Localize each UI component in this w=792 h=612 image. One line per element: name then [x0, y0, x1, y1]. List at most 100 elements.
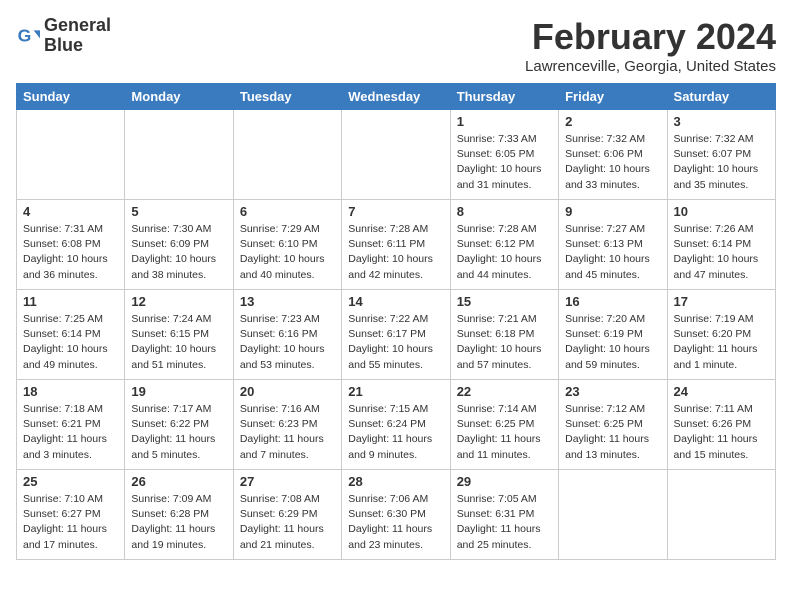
- day-number: 1: [457, 114, 552, 129]
- day-cell: [559, 470, 667, 560]
- day-number: 29: [457, 474, 552, 489]
- header-thursday: Thursday: [450, 84, 558, 110]
- day-info: Sunrise: 7:15 AMSunset: 6:24 PMDaylight:…: [348, 402, 443, 463]
- day-info: Sunrise: 7:31 AMSunset: 6:08 PMDaylight:…: [23, 222, 118, 283]
- day-info: Sunrise: 7:26 AMSunset: 6:14 PMDaylight:…: [674, 222, 769, 283]
- header-tuesday: Tuesday: [233, 84, 341, 110]
- day-number: 27: [240, 474, 335, 489]
- day-info: Sunrise: 7:24 AMSunset: 6:15 PMDaylight:…: [131, 312, 226, 373]
- day-cell: 12 Sunrise: 7:24 AMSunset: 6:15 PMDayligh…: [125, 290, 233, 380]
- day-cell: [342, 110, 450, 200]
- day-cell: 19 Sunrise: 7:17 AMSunset: 6:22 PMDayligh…: [125, 380, 233, 470]
- day-cell: 8 Sunrise: 7:28 AMSunset: 6:12 PMDaylight…: [450, 200, 558, 290]
- day-cell: 15Sunrise: 7:21 AMSunset: 6:18 PMDayligh…: [450, 290, 558, 380]
- day-cell: [17, 110, 125, 200]
- day-info: Sunrise: 7:08 AMSunset: 6:29 PMDaylight:…: [240, 492, 335, 553]
- day-number: 8: [457, 204, 552, 219]
- day-number: 3: [674, 114, 769, 129]
- day-info: Sunrise: 7:28 AMSunset: 6:12 PMDaylight:…: [457, 222, 552, 283]
- day-cell: 13 Sunrise: 7:23 AMSunset: 6:16 PMDayligh…: [233, 290, 341, 380]
- day-cell: [667, 470, 775, 560]
- day-cell: 7 Sunrise: 7:28 AMSunset: 6:11 PMDaylight…: [342, 200, 450, 290]
- day-number: 7: [348, 204, 443, 219]
- day-number: 20: [240, 384, 335, 399]
- calendar-body: 1Sunrise: 7:33 AMSunset: 6:05 PMDaylight…: [17, 110, 776, 560]
- day-info: Sunrise: 7:17 AMSunset: 6:22 PMDaylight:…: [131, 402, 226, 463]
- day-number: 28: [348, 474, 443, 489]
- day-cell: 17Sunrise: 7:19 AMSunset: 6:20 PMDayligh…: [667, 290, 775, 380]
- day-cell: 16Sunrise: 7:20 AMSunset: 6:19 PMDayligh…: [559, 290, 667, 380]
- day-number: 18: [23, 384, 118, 399]
- day-cell: 9Sunrise: 7:27 AMSunset: 6:13 PMDaylight…: [559, 200, 667, 290]
- day-info: Sunrise: 7:32 AMSunset: 6:07 PMDaylight:…: [674, 132, 769, 193]
- header-saturday: Saturday: [667, 84, 775, 110]
- day-info: Sunrise: 7:29 AMSunset: 6:10 PMDaylight:…: [240, 222, 335, 283]
- svg-text:G: G: [18, 25, 32, 45]
- calendar-table: SundayMondayTuesdayWednesdayThursdayFrid…: [16, 83, 776, 560]
- day-info: Sunrise: 7:10 AMSunset: 6:27 PMDaylight:…: [23, 492, 118, 553]
- day-cell: 18Sunrise: 7:18 AMSunset: 6:21 PMDayligh…: [17, 380, 125, 470]
- logo-text: General Blue: [44, 16, 111, 56]
- day-cell: 25 Sunrise: 7:10 AMSunset: 6:27 PMDayligh…: [17, 470, 125, 560]
- day-cell: [125, 110, 233, 200]
- day-info: Sunrise: 7:12 AMSunset: 6:25 PMDaylight:…: [565, 402, 660, 463]
- day-info: Sunrise: 7:16 AMSunset: 6:23 PMDaylight:…: [240, 402, 335, 463]
- day-cell: 6Sunrise: 7:29 AMSunset: 6:10 PMDaylight…: [233, 200, 341, 290]
- month-title: February 2024: [525, 16, 776, 58]
- day-number: 11: [23, 294, 118, 309]
- day-cell: 3 Sunrise: 7:32 AMSunset: 6:07 PMDaylight…: [667, 110, 775, 200]
- day-info: Sunrise: 7:21 AMSunset: 6:18 PMDaylight:…: [457, 312, 552, 373]
- header-row: SundayMondayTuesdayWednesdayThursdayFrid…: [17, 84, 776, 110]
- day-cell: 5 Sunrise: 7:30 AMSunset: 6:09 PMDaylight…: [125, 200, 233, 290]
- day-info: Sunrise: 7:23 AMSunset: 6:16 PMDaylight:…: [240, 312, 335, 373]
- header-wednesday: Wednesday: [342, 84, 450, 110]
- calendar-header: SundayMondayTuesdayWednesdayThursdayFrid…: [17, 84, 776, 110]
- day-number: 21: [348, 384, 443, 399]
- header-friday: Friday: [559, 84, 667, 110]
- header-monday: Monday: [125, 84, 233, 110]
- day-info: Sunrise: 7:25 AMSunset: 6:14 PMDaylight:…: [23, 312, 118, 373]
- day-number: 22: [457, 384, 552, 399]
- day-info: Sunrise: 7:30 AMSunset: 6:09 PMDaylight:…: [131, 222, 226, 283]
- day-cell: 29Sunrise: 7:05 AMSunset: 6:31 PMDayligh…: [450, 470, 558, 560]
- day-cell: 23 Sunrise: 7:12 AMSunset: 6:25 PMDayligh…: [559, 380, 667, 470]
- day-info: Sunrise: 7:28 AMSunset: 6:11 PMDaylight:…: [348, 222, 443, 283]
- day-cell: 10 Sunrise: 7:26 AMSunset: 6:14 PMDayligh…: [667, 200, 775, 290]
- day-cell: 4 Sunrise: 7:31 AMSunset: 6:08 PMDaylight…: [17, 200, 125, 290]
- day-info: Sunrise: 7:32 AMSunset: 6:06 PMDaylight:…: [565, 132, 660, 193]
- location: Lawrenceville, Georgia, United States: [525, 58, 776, 75]
- day-cell: 20 Sunrise: 7:16 AMSunset: 6:23 PMDayligh…: [233, 380, 341, 470]
- week-row-1: 1Sunrise: 7:33 AMSunset: 6:05 PMDaylight…: [17, 110, 776, 200]
- day-number: 24: [674, 384, 769, 399]
- week-row-3: 11 Sunrise: 7:25 AMSunset: 6:14 PMDayligh…: [17, 290, 776, 380]
- day-number: 13: [240, 294, 335, 309]
- day-number: 12: [131, 294, 226, 309]
- day-info: Sunrise: 7:20 AMSunset: 6:19 PMDaylight:…: [565, 312, 660, 373]
- logo-icon: G: [16, 24, 40, 48]
- day-cell: 2Sunrise: 7:32 AMSunset: 6:06 PMDaylight…: [559, 110, 667, 200]
- day-number: 4: [23, 204, 118, 219]
- day-number: 5: [131, 204, 226, 219]
- day-info: Sunrise: 7:06 AMSunset: 6:30 PMDaylight:…: [348, 492, 443, 553]
- day-cell: 1Sunrise: 7:33 AMSunset: 6:05 PMDaylight…: [450, 110, 558, 200]
- day-cell: [233, 110, 341, 200]
- day-info: Sunrise: 7:14 AMSunset: 6:25 PMDaylight:…: [457, 402, 552, 463]
- day-cell: 28 Sunrise: 7:06 AMSunset: 6:30 PMDayligh…: [342, 470, 450, 560]
- day-number: 23: [565, 384, 660, 399]
- logo: G General Blue: [16, 16, 111, 56]
- day-number: 14: [348, 294, 443, 309]
- week-row-4: 18Sunrise: 7:18 AMSunset: 6:21 PMDayligh…: [17, 380, 776, 470]
- day-number: 26: [131, 474, 226, 489]
- day-cell: 26Sunrise: 7:09 AMSunset: 6:28 PMDayligh…: [125, 470, 233, 560]
- day-number: 17: [674, 294, 769, 309]
- day-number: 9: [565, 204, 660, 219]
- day-info: Sunrise: 7:11 AMSunset: 6:26 PMDaylight:…: [674, 402, 769, 463]
- day-cell: 11 Sunrise: 7:25 AMSunset: 6:14 PMDayligh…: [17, 290, 125, 380]
- day-cell: 22 Sunrise: 7:14 AMSunset: 6:25 PMDayligh…: [450, 380, 558, 470]
- week-row-5: 25 Sunrise: 7:10 AMSunset: 6:27 PMDayligh…: [17, 470, 776, 560]
- day-number: 19: [131, 384, 226, 399]
- week-row-2: 4 Sunrise: 7:31 AMSunset: 6:08 PMDaylight…: [17, 200, 776, 290]
- page-header: G General Blue February 2024 Lawrencevil…: [16, 16, 776, 75]
- day-number: 25: [23, 474, 118, 489]
- day-number: 10: [674, 204, 769, 219]
